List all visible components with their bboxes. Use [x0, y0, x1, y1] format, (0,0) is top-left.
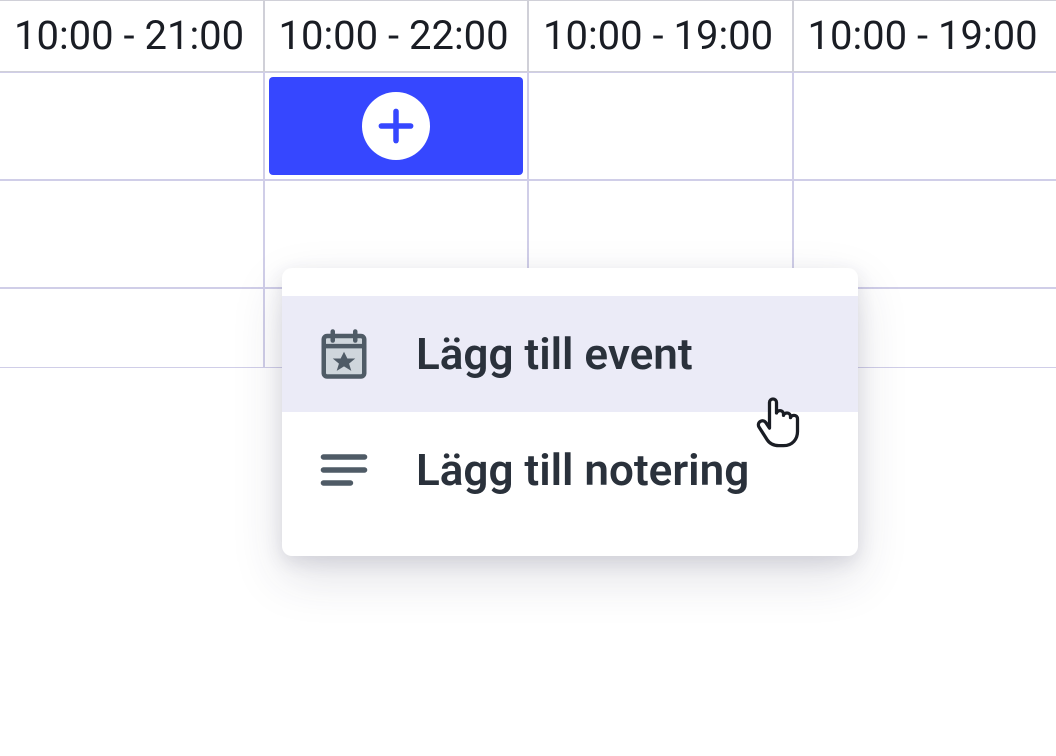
column-header-time: 10:00 - 19:00 [808, 12, 1038, 59]
column-header-time: 10:00 - 22:00 [279, 12, 509, 59]
calendar-row [0, 72, 1056, 180]
calendar-cell[interactable] [0, 288, 264, 368]
column-header: 10:00 - 19:00 [528, 0, 793, 72]
calendar-cell[interactable] [0, 72, 264, 180]
calendar-cell[interactable] [528, 72, 793, 180]
menu-item-add-event[interactable]: Lägg till event [282, 296, 858, 412]
notes-icon [316, 442, 372, 498]
menu-item-label: Lägg till notering [416, 444, 749, 496]
pointer-cursor-icon [752, 392, 808, 448]
column-header: 10:00 - 19:00 [793, 0, 1056, 72]
calendar-star-icon [316, 326, 372, 382]
calendar-cell[interactable] [793, 72, 1056, 180]
add-event-chip[interactable] [269, 77, 524, 175]
column-header-time: 10:00 - 19:00 [543, 12, 773, 59]
column-header: 10:00 - 21:00 [0, 0, 264, 72]
menu-item-label: Lägg till event [416, 328, 693, 380]
plus-icon [362, 92, 430, 160]
column-header: 10:00 - 22:00 [264, 0, 529, 72]
column-header-time: 10:00 - 21:00 [14, 12, 244, 59]
calendar-header-row: 10:00 - 21:00 10:00 - 22:00 10:00 - 19:0… [0, 0, 1056, 72]
calendar-cell-active[interactable] [264, 72, 529, 180]
context-menu: Lägg till event Lägg till notering [282, 268, 858, 556]
calendar-cell[interactable] [0, 180, 264, 288]
